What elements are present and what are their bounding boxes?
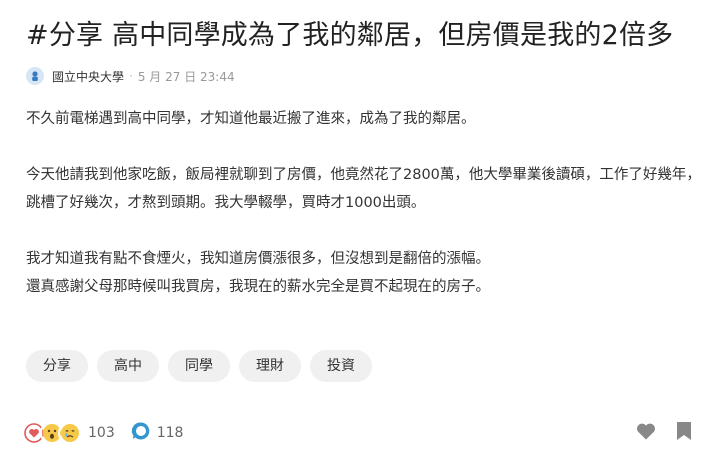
post-actions: [635, 421, 693, 445]
crying-face-icon: [58, 421, 82, 445]
tag-investment[interactable]: 投資: [310, 350, 372, 382]
paragraph-2: 今天他請我到他家吃飯，飯局裡就聊到了房價，他竟然花了2800萬，他大學畢業後讀碩…: [26, 167, 701, 211]
comment-button[interactable]: 118: [131, 421, 184, 445]
meta-separator: ·: [129, 69, 133, 83]
like-heart-icon[interactable]: [635, 421, 657, 445]
tag-finance[interactable]: 理財: [239, 350, 301, 382]
bookmark-icon[interactable]: [675, 421, 693, 445]
paragraph-1: 不久前電梯遇到高中同學，才知道他最近搬了進來，成為了我的鄰居。: [26, 111, 476, 127]
tag-classmate[interactable]: 同學: [168, 350, 230, 382]
reactions[interactable]: [22, 421, 82, 445]
paragraph-3: 我才知道我有點不食煙火，我知道房價漲很多，但沒想到是翻倍的漲幅。: [26, 251, 490, 267]
tag-high-school[interactable]: 高中: [97, 350, 159, 382]
post-content: 不久前電梯遇到高中同學，才知道他最近搬了進來，成為了我的鄰居。 今天他請我到他家…: [26, 105, 701, 301]
comment-count: 118: [156, 425, 184, 441]
post-footer: 103 118: [22, 420, 693, 446]
reaction-count: 103: [88, 425, 115, 441]
post-meta: 國立中央大學 · 5 月 27 日 23:44: [26, 66, 235, 86]
comment-icon: [131, 421, 151, 445]
avatar[interactable]: [26, 67, 44, 85]
tag-list: 分享 高中 同學 理財 投資: [26, 350, 381, 382]
tag-share[interactable]: 分享: [26, 350, 88, 382]
post-title: #分享 高中同學成為了我的鄰居，但房價是我的2倍多: [26, 20, 674, 51]
author-school[interactable]: 國立中央大學: [52, 68, 124, 85]
paragraph-4: 還真感謝父母那時候叫我買房，我現在的薪水完全是買不起現在的房子。: [26, 279, 490, 295]
post-date: 5 月 27 日 23:44: [137, 69, 235, 84]
school-icon: [32, 71, 38, 81]
